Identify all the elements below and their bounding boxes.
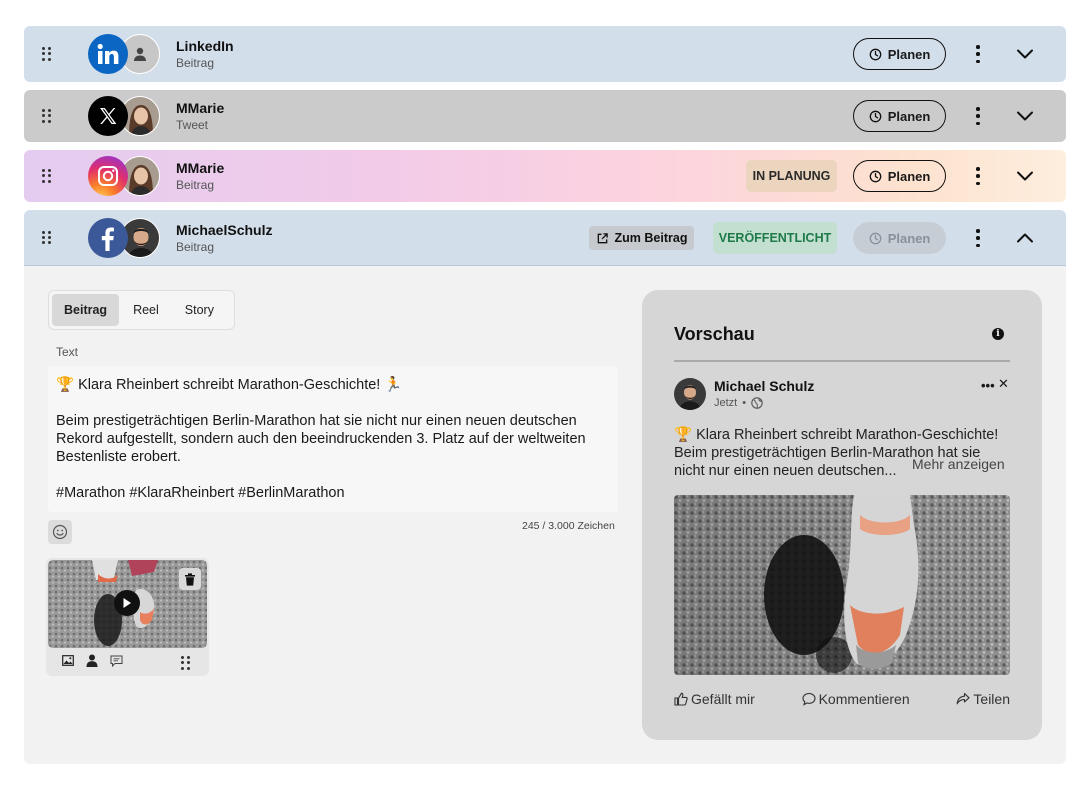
account-avatars <box>88 34 160 74</box>
chevron-down-icon[interactable] <box>1014 105 1036 127</box>
open-post-label: Zum Beitrag <box>614 231 688 245</box>
character-counter: 245 / 3.000 Zeichen <box>522 520 615 532</box>
share-button[interactable]: Teilen <box>956 691 1010 707</box>
account-row-instagram[interactable]: MMarie Beitrag IN PLANUNG Planen <box>24 150 1066 202</box>
post-type: Beitrag <box>176 56 215 70</box>
post-type: Beitrag <box>176 240 215 254</box>
more-options-icon[interactable] <box>973 107 983 125</box>
x-logo-icon <box>88 96 128 136</box>
plan-button-label: Planen <box>887 230 931 246</box>
post-editor-panel: Beitrag Reel Story Text 🏆 Klara Rheinber… <box>24 266 1066 764</box>
drag-handle-icon[interactable] <box>42 109 52 123</box>
plan-button[interactable]: Planen <box>853 222 946 254</box>
account-name: LinkedIn <box>176 38 234 54</box>
info-icon[interactable]: i <box>992 328 1004 340</box>
open-post-button[interactable]: Zum Beitrag <box>589 226 694 250</box>
clock-icon <box>869 110 882 122</box>
preview-card: Vorschau i Michael Schulz Jetzt • ••• ✕ … <box>642 290 1042 740</box>
play-video-button[interactable] <box>114 590 140 616</box>
account-row-facebook[interactable]: MichaelSchulz Beitrag Zum Beitrag VERÖFF… <box>24 210 1066 266</box>
post-text-input[interactable]: 🏆 Klara Rheinbert schreibt Marathon-Gesc… <box>48 366 618 512</box>
preview-image <box>674 495 1010 675</box>
play-icon <box>123 598 131 608</box>
comment-icon[interactable] <box>110 655 123 667</box>
preview-author-name: Michael Schulz <box>714 378 815 394</box>
plan-button-label: Planen <box>887 46 931 62</box>
delete-media-button[interactable] <box>179 568 201 590</box>
more-options-icon[interactable] <box>973 229 983 247</box>
plan-button[interactable]: Planen <box>853 100 946 132</box>
more-horizontal-icon[interactable]: ••• <box>981 378 995 393</box>
chevron-down-icon[interactable] <box>1014 43 1036 65</box>
share-icon <box>957 692 970 705</box>
globe-icon <box>751 397 763 409</box>
account-name: MMarie <box>176 160 225 176</box>
like-label: Gefällt mir <box>691 691 755 707</box>
image-icon[interactable] <box>62 655 74 666</box>
meta-separator: • <box>742 397 747 409</box>
plan-button[interactable]: Planen <box>853 38 946 70</box>
media-attachment[interactable] <box>46 558 209 676</box>
show-more-link[interactable]: Mehr anzeigen <box>912 456 1005 472</box>
clock-icon <box>869 48 882 60</box>
thumbs-up-icon <box>674 692 688 706</box>
close-icon[interactable]: ✕ <box>998 376 1009 392</box>
share-label: Teilen <box>973 691 1010 707</box>
drag-handle-icon[interactable] <box>42 169 52 183</box>
speech-bubble-icon <box>802 692 816 706</box>
more-options-icon[interactable] <box>973 167 983 185</box>
plan-button-label: Planen <box>887 168 931 184</box>
account-row-x[interactable]: MMarie Tweet Planen <box>24 90 1066 142</box>
post-format-tabs: Beitrag Reel Story <box>48 290 235 330</box>
drag-handle-icon[interactable] <box>181 656 191 670</box>
preview-title: Vorschau <box>674 324 755 344</box>
chevron-down-icon[interactable] <box>1014 165 1036 187</box>
smiley-icon <box>52 524 68 540</box>
post-type: Beitrag <box>176 178 215 192</box>
preview-time: Jetzt <box>714 397 738 409</box>
tab-reel[interactable]: Reel <box>121 294 171 326</box>
tab-story[interactable]: Story <box>173 294 226 326</box>
external-link-icon <box>597 232 608 243</box>
chevron-up-icon[interactable] <box>1014 227 1036 249</box>
clock-icon <box>869 170 882 182</box>
status-badge: IN PLANUNG <box>746 160 837 192</box>
preview-actions: Gefällt mir Kommentieren Teilen <box>674 691 1010 707</box>
trash-icon <box>185 572 195 586</box>
plan-button[interactable]: Planen <box>853 160 946 192</box>
more-options-icon[interactable] <box>973 45 983 63</box>
post-type: Tweet <box>176 118 209 132</box>
account-name: MichaelSchulz <box>176 222 273 238</box>
preview-author-avatar <box>674 378 706 410</box>
text-label: Text <box>56 345 79 359</box>
drag-handle-icon[interactable] <box>42 47 52 61</box>
comment-button[interactable]: Kommentieren <box>802 691 910 707</box>
account-row-linkedin[interactable]: LinkedIn Beitrag Planen <box>24 26 1066 82</box>
account-name: MMarie <box>176 100 225 116</box>
media-toolbar <box>46 650 209 674</box>
drag-handle-icon[interactable] <box>42 230 52 245</box>
plan-button-label: Planen <box>887 108 931 124</box>
preview-post-meta: Jetzt • <box>714 397 763 409</box>
clock-icon <box>869 232 882 244</box>
like-button[interactable]: Gefällt mir <box>674 691 755 707</box>
account-avatars <box>88 156 160 196</box>
instagram-icon <box>88 156 128 196</box>
facebook-icon <box>88 218 128 258</box>
comment-label: Kommentieren <box>818 691 910 707</box>
tab-beitrag[interactable]: Beitrag <box>52 294 120 326</box>
account-avatars <box>88 218 160 258</box>
linkedin-icon <box>88 34 128 74</box>
account-avatars <box>88 96 160 136</box>
person-tag-icon[interactable] <box>86 654 98 667</box>
divider <box>674 360 1010 362</box>
emoji-button[interactable] <box>48 520 72 544</box>
status-badge: VERÖFFENTLICHT <box>713 222 837 254</box>
